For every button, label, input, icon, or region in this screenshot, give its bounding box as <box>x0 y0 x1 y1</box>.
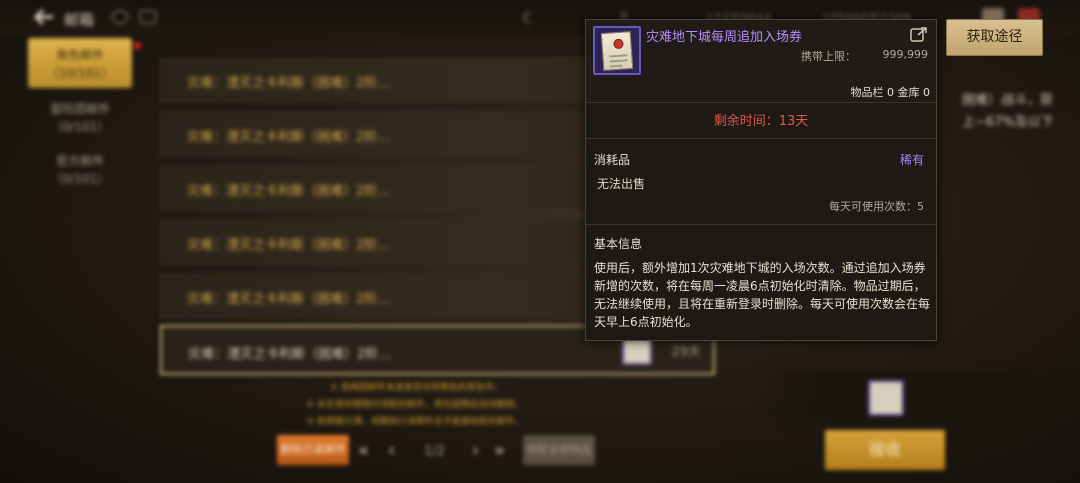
ticket-icon <box>593 26 641 75</box>
tab-label: 角色邮件 <box>55 48 104 62</box>
tab-count: （0/101） <box>50 120 110 134</box>
first-page-icon[interactable]: « <box>358 440 369 461</box>
reward-item-icon[interactable] <box>868 380 904 416</box>
last-page-icon[interactable]: » <box>494 440 505 461</box>
page-title: 邮箱 <box>64 11 95 29</box>
item-name: 灾难地下城每周追加入场券 <box>646 30 803 45</box>
mail-title: 灾难：湮灭之卡利斯（困难）2阶... <box>187 184 390 199</box>
tab-label: 冒险团邮件 <box>49 102 110 116</box>
ticket-seal <box>613 38 624 50</box>
tab-official-mail[interactable]: 官方邮件 （0/101） <box>28 144 132 194</box>
mail-title: 灾难：湮灭之卡利斯（困难）2阶... <box>187 292 390 307</box>
back-arrow-icon[interactable] <box>34 8 54 26</box>
tab-adventure-mail[interactable]: 冒险团邮件 （0/101） <box>28 92 132 142</box>
delete-read-button[interactable]: 删除已读邮件 <box>277 435 349 465</box>
daily-use-count: 每天可使用次数：5 <box>829 200 924 213</box>
share-icon[interactable] <box>910 26 928 42</box>
next-page-icon[interactable]: › <box>472 440 479 461</box>
page-indicator: 1/2 <box>424 444 445 459</box>
notice-line: ① 若她团邮件未发放至任何角色的背包中。 <box>330 383 503 393</box>
item-category: 消耗品 <box>594 153 631 167</box>
notice-line: ② 未在保存期限内领取的邮件，将在超期后自动删除。 <box>306 400 524 410</box>
divider <box>586 224 936 225</box>
item-tooltip: 灾难地下城每周追加入场券 携带上限： 999,999 物品栏 0 金库 0 剩余… <box>585 19 937 341</box>
tab-character-mail[interactable]: 角色邮件 （10/101） <box>28 38 132 88</box>
mail-detail-text: 困难）战斗，获 <box>962 93 1054 108</box>
mail-category-sidebar: 角色邮件 （10/101） 冒险团邮件 （0/101） 官方邮件 （0/101） <box>0 36 150 483</box>
tab-count: （0/101） <box>50 172 110 186</box>
ticket-line <box>609 54 628 58</box>
get-path-button[interactable]: 获取途径 <box>946 19 1043 56</box>
divider <box>586 138 936 139</box>
item-description: 使用后，额外增加1次灾难地下城的入场次数。通过追加入场券新增的次数，将在每周一凌… <box>594 261 931 329</box>
basic-info-title: 基本信息 <box>594 237 643 251</box>
carry-limit-value: 999,999 <box>882 48 929 61</box>
tab-label: 官方邮件 <box>55 154 104 168</box>
settings-icon[interactable] <box>140 10 156 24</box>
moon-icon: ☾ <box>522 9 536 27</box>
carry-limit-label: 携带上限： <box>801 50 856 63</box>
receive-button[interactable]: 接收 <box>825 430 945 470</box>
mail-expiry: 29天 <box>671 345 701 360</box>
mail-title: 灾难：湮灭之卡利斯（困难）2阶... <box>188 347 391 362</box>
mail-detail-text: 上~67%及以下 <box>962 115 1054 130</box>
prev-page-icon[interactable]: ‹ <box>388 440 395 461</box>
reward-slot <box>760 372 1080 422</box>
claim-all-button[interactable]: 领取全部物品 <box>523 435 595 465</box>
item-rarity: 稀有 <box>899 153 924 167</box>
ticket-line <box>609 64 623 68</box>
help-icon[interactable] <box>112 10 128 24</box>
ticket-line <box>609 59 628 63</box>
storage-count: 物品栏 0 金库 0 <box>850 86 931 99</box>
mail-title: 灾难：湮灭之卡利斯（困难）2阶... <box>187 238 390 253</box>
mail-title: 灾难：湮灭之卡利斯（困难）2阶... <box>187 76 390 91</box>
mail-title: 灾难：湮灭之卡利斯（困难）2阶... <box>187 130 390 145</box>
notice-line: ③ 若邮箱已满，将删除已读邮件且才能接收新的邮件。 <box>306 417 524 427</box>
trade-restriction: 无法出售 <box>597 177 646 191</box>
notification-dot <box>134 42 141 49</box>
tooltip-header: 灾难地下城每周追加入场券 携带上限： 999,999 物品栏 0 金库 0 <box>586 20 936 102</box>
remaining-time: 剩余时间：13天 <box>713 114 809 129</box>
ticket-paper <box>600 30 634 72</box>
tab-count: （10/101） <box>46 66 114 80</box>
divider <box>586 102 936 103</box>
